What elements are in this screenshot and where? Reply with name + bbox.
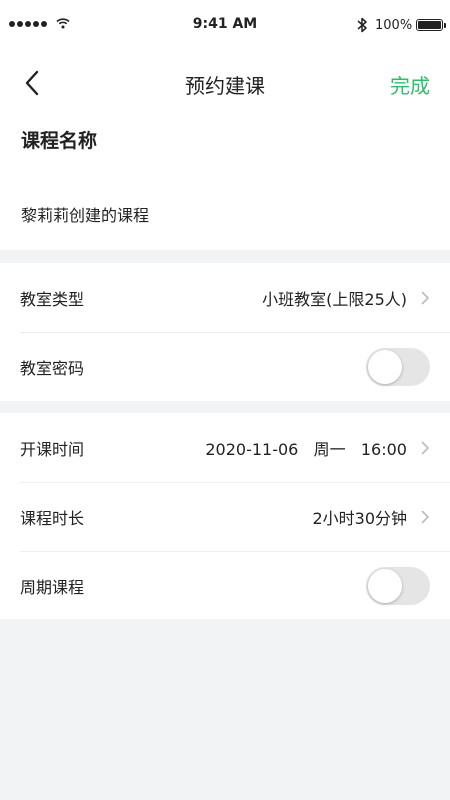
- schedule-settings-group: 开课时间 2020-11-06 周一 16:00 课程时长 2小时30分钟 周期…: [0, 413, 450, 619]
- classroom-type-value: 小班教室(上限25人): [262, 289, 407, 309]
- course-name-heading: 课程名称: [21, 130, 98, 152]
- start-time-label: 开课时间: [20, 439, 85, 459]
- toggle-knob: [368, 568, 402, 603]
- battery-icon: [416, 19, 446, 31]
- classroom-password-toggle[interactable]: [366, 347, 430, 386]
- recurring-course-toggle[interactable]: [366, 566, 430, 605]
- classroom-settings-group: 教室类型 小班教室(上限25人) 教室密码: [0, 263, 450, 401]
- course-duration-label: 课程时长: [20, 508, 85, 528]
- course-name-input[interactable]: [21, 204, 421, 223]
- chevron-right-icon: [421, 291, 429, 304]
- classroom-password-row: 教室密码: [0, 332, 450, 401]
- course-duration-row[interactable]: 课程时长 2小时30分钟: [0, 482, 450, 551]
- toggle-knob: [368, 349, 402, 384]
- classroom-type-row[interactable]: 教室类型 小班教室(上限25人): [0, 263, 450, 332]
- nav-bar: 预约建课 完成: [0, 50, 450, 116]
- start-time-value: 2020-11-06 周一 16:00: [205, 439, 407, 459]
- course-duration-value: 2小时30分钟: [312, 508, 407, 528]
- chevron-right-icon: [421, 510, 429, 523]
- battery-percentage: 100%: [375, 18, 413, 33]
- page-title: 预约建课: [185, 74, 265, 98]
- recurring-course-row: 周期课程: [0, 551, 450, 620]
- course-name-section: 课程名称: [0, 116, 450, 250]
- bluetooth-icon: [357, 17, 367, 33]
- classroom-password-label: 教室密码: [20, 358, 85, 378]
- classroom-type-label: 教室类型: [20, 289, 85, 309]
- status-bar: 9:41 AM 100%: [0, 0, 450, 50]
- chevron-right-icon: [421, 441, 429, 454]
- recurring-course-label: 周期课程: [20, 577, 85, 597]
- start-time-row[interactable]: 开课时间 2020-11-06 周一 16:00: [0, 413, 450, 482]
- done-button[interactable]: 完成: [390, 70, 430, 99]
